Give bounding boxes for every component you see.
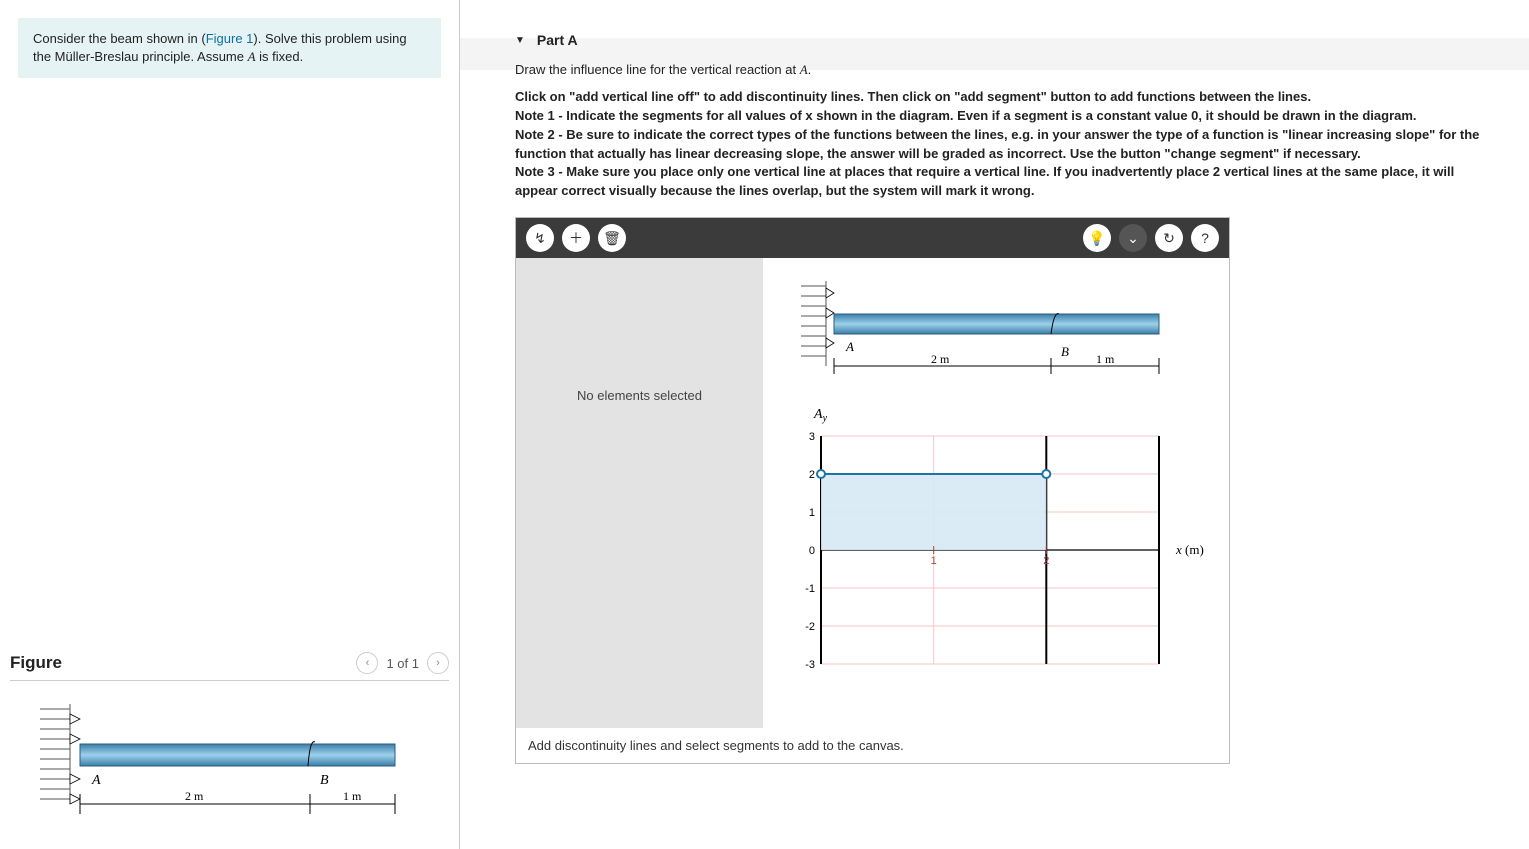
problem-text-1: Consider the beam shown in (: [33, 31, 206, 46]
figure-prev-button[interactable]: ‹: [356, 652, 378, 674]
tool-expand-button[interactable]: ⌄: [1119, 224, 1147, 252]
graph-and-beam: A B 2 m 1 m Ay: [771, 266, 1221, 726]
selection-panel: No elements selected: [516, 258, 763, 728]
prompt-text-1: Draw the influence line for the vertical…: [515, 62, 800, 77]
part-label: Part A: [537, 32, 578, 48]
drawing-area[interactable]: A B 2 m 1 m Ay: [763, 258, 1229, 728]
prompt-text-2: .: [808, 62, 812, 77]
canvas-bottom-hint: Add discontinuity lines and select segme…: [516, 728, 1229, 763]
canvas-dim-1m: 1 m: [1096, 352, 1115, 366]
figure-counter: 1 of 1: [386, 656, 419, 671]
selection-msg: No elements selected: [577, 388, 702, 403]
problem-var-A: A: [248, 49, 256, 64]
beam-label-A: A: [91, 773, 101, 788]
instr-note1: Note 1 - Indicate the segments for all v…: [515, 107, 1499, 126]
dim-1m-left: 1 m: [343, 789, 362, 803]
problem-text-3: is fixed.: [256, 49, 304, 64]
tool-delete-button[interactable]: 🗑: [598, 224, 626, 252]
canvas-beam-B: B: [1061, 344, 1069, 359]
svg-text:-2: -2: [805, 621, 815, 633]
svg-text:3: 3: [809, 431, 815, 443]
figure-next-button[interactable]: ›: [427, 652, 449, 674]
problem-statement: Consider the beam shown in (Figure 1). S…: [18, 18, 441, 78]
beam-label-B: B: [320, 773, 329, 788]
canvas-toolbar: ↯ ＋ 🗑 💡 ⌄ ↻ ?: [516, 218, 1229, 258]
instr-line1: Click on "add vertical line off" to add …: [515, 88, 1499, 107]
svg-text:-3: -3: [805, 659, 815, 671]
prompt-var: A: [800, 62, 808, 77]
svg-text:2: 2: [809, 469, 815, 481]
graph-ylabel: Ay: [813, 407, 828, 424]
tool-help-button[interactable]: ?: [1191, 224, 1219, 252]
dim-2m-left: 2 m: [185, 789, 204, 803]
tool-hint-button[interactable]: 💡: [1083, 224, 1111, 252]
svg-text:2: 2: [1043, 555, 1049, 567]
svg-text:1: 1: [931, 555, 937, 567]
figure-title: Figure: [10, 653, 62, 673]
instr-note3: Note 3 - Make sure you place only one ve…: [515, 163, 1499, 201]
instr-note2: Note 2 - Be sure to indicate the correct…: [515, 126, 1499, 164]
tool-select-button[interactable]: ↯: [526, 224, 554, 252]
svg-text:-1: -1: [805, 583, 815, 595]
beam-figure-left: A B 2 m 1 m: [10, 699, 400, 839]
tool-reset-button[interactable]: ↻: [1155, 224, 1183, 252]
drawing-canvas-frame: ↯ ＋ 🗑 💡 ⌄ ↻ ? No elements selected: [515, 217, 1230, 764]
part-collapse-icon[interactable]: ▼: [515, 35, 525, 46]
tool-add-button[interactable]: ＋: [562, 224, 590, 252]
svg-text:0: 0: [809, 545, 815, 557]
svg-text:1: 1: [809, 507, 815, 519]
figure-link[interactable]: Figure 1: [206, 31, 254, 46]
graph-xlabel: x (m): [1175, 542, 1204, 557]
canvas-beam-A: A: [845, 339, 854, 354]
canvas-dim-2m: 2 m: [931, 352, 950, 366]
